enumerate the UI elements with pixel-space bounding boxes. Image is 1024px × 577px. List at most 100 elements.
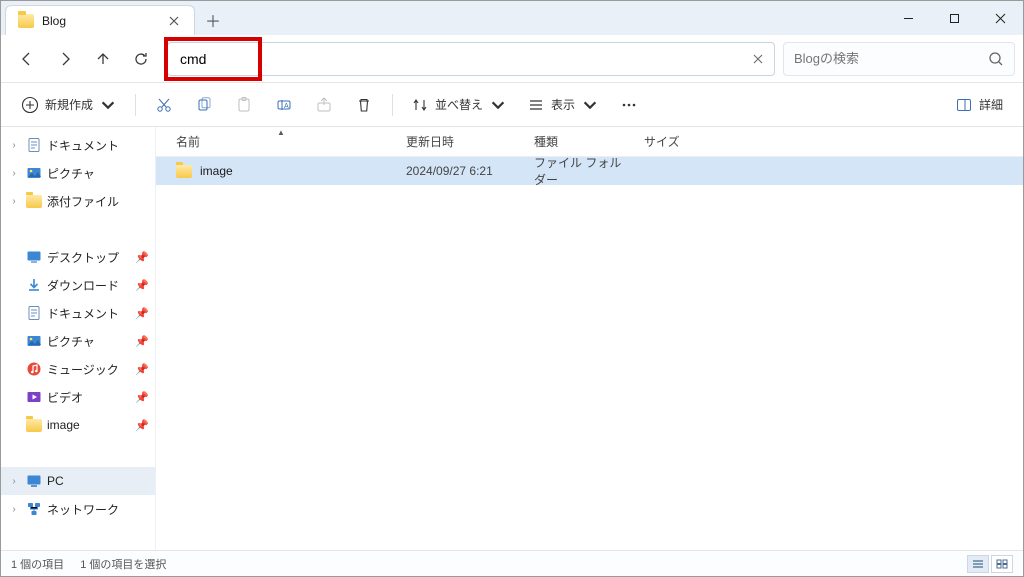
sidebar-item-desktop[interactable]: デスクトップ 📌: [1, 243, 155, 271]
view-mode-toggle: [967, 555, 1013, 573]
tab-current[interactable]: Blog: [5, 5, 195, 35]
rename-button[interactable]: A: [266, 89, 302, 121]
sidebar-item-network[interactable]: › ネットワーク: [1, 495, 155, 523]
up-button[interactable]: [85, 41, 121, 77]
folder-icon: [176, 165, 192, 178]
sidebar-item-documents-quick[interactable]: ドキュメント 📌: [1, 299, 155, 327]
pin-icon[interactable]: 📌: [135, 419, 149, 432]
sidebar-item-documents[interactable]: › ドキュメント: [1, 131, 155, 159]
statusbar: 1 個の項目 1 個の項目を選択: [1, 550, 1023, 576]
sidebar-item-downloads[interactable]: ダウンロード 📌: [1, 271, 155, 299]
chevron-down-icon: [99, 96, 117, 114]
col-date[interactable]: 更新日時: [396, 133, 524, 150]
pin-icon[interactable]: 📌: [135, 307, 149, 320]
navbar: [1, 35, 1023, 83]
sidebar-item-label: PC: [47, 474, 149, 488]
sort-indicator-icon: ▲: [277, 128, 285, 137]
window-controls: [885, 1, 1023, 35]
sidebar-item-label: ドキュメント: [47, 305, 131, 322]
sidebar-item-music[interactable]: ミュージック 📌: [1, 355, 155, 383]
search-box[interactable]: [783, 42, 1015, 76]
sidebar-item-attachments[interactable]: › 添付ファイル: [1, 187, 155, 215]
expand-icon[interactable]: ›: [7, 504, 21, 515]
col-name[interactable]: ▲名前: [166, 133, 396, 150]
sidebar-item-label: デスクトップ: [47, 249, 131, 266]
thumbnails-view-button[interactable]: [991, 555, 1013, 573]
clear-address-button[interactable]: [742, 54, 774, 64]
file-name: image: [200, 164, 233, 178]
forward-button[interactable]: [47, 41, 83, 77]
minimize-button[interactable]: [885, 1, 931, 35]
selection-count: 1 個の項目を選択: [80, 556, 166, 572]
expand-icon[interactable]: ›: [7, 140, 21, 151]
paste-button[interactable]: [226, 89, 262, 121]
sidebar-item-label: 添付ファイル: [47, 193, 149, 210]
folder-icon: [25, 417, 43, 433]
refresh-button[interactable]: [123, 41, 159, 77]
col-type[interactable]: 種類: [524, 133, 634, 150]
address-bar[interactable]: [167, 42, 775, 76]
sidebar-item-label: ピクチャ: [47, 165, 149, 182]
picture-icon: [25, 165, 43, 181]
expand-icon[interactable]: ›: [7, 168, 21, 179]
sidebar-item-label: ドキュメント: [47, 137, 149, 154]
more-button[interactable]: [611, 89, 647, 121]
svg-text:A: A: [284, 103, 289, 110]
sidebar-item-label: ネットワーク: [47, 501, 149, 518]
view-button[interactable]: 表示: [519, 89, 607, 121]
download-icon: [25, 277, 43, 293]
sidebar-item-pictures-quick[interactable]: ピクチャ 📌: [1, 327, 155, 355]
titlebar: Blog ＋: [1, 1, 1023, 35]
item-count: 1 個の項目: [11, 556, 64, 572]
expand-icon[interactable]: ›: [7, 196, 21, 207]
file-row[interactable]: image 2024/09/27 6:21 ファイル フォルダー: [156, 157, 1023, 185]
address-input[interactable]: [168, 43, 742, 75]
expand-icon[interactable]: ›: [7, 476, 21, 487]
new-button[interactable]: 新規作成: [13, 89, 125, 121]
sidebar-item-pc[interactable]: › PC: [1, 467, 155, 495]
sidebar[interactable]: › ドキュメント › ピクチャ › 添付ファイル デスクトップ 📌: [1, 127, 156, 550]
share-button[interactable]: [306, 89, 342, 121]
sidebar-item-label: ミュージック: [47, 361, 131, 378]
delete-button[interactable]: [346, 89, 382, 121]
sidebar-item-label: ダウンロード: [47, 277, 131, 294]
details-label: 詳細: [979, 96, 1003, 113]
pin-icon[interactable]: 📌: [135, 335, 149, 348]
sort-button[interactable]: 並べ替え: [403, 89, 515, 121]
music-icon: [25, 361, 43, 377]
explorer-window: Blog ＋ 新規作成: [0, 0, 1024, 577]
chevron-down-icon: [581, 96, 599, 114]
picture-icon: [25, 333, 43, 349]
file-date: 2024/09/27 6:21: [396, 164, 524, 178]
back-button[interactable]: [9, 41, 45, 77]
cut-button[interactable]: [146, 89, 182, 121]
pin-icon[interactable]: 📌: [135, 391, 149, 404]
video-icon: [25, 389, 43, 405]
sidebar-item-videos[interactable]: ビデオ 📌: [1, 383, 155, 411]
tab-title: Blog: [42, 14, 156, 28]
sort-label: 並べ替え: [435, 96, 483, 113]
details-pane-button[interactable]: 詳細: [947, 89, 1011, 121]
body: › ドキュメント › ピクチャ › 添付ファイル デスクトップ 📌: [1, 127, 1023, 550]
file-list: ▲名前 更新日時 種類 サイズ image 2024/09/27 6:21 ファ…: [156, 127, 1023, 550]
document-icon: [25, 137, 43, 153]
pin-icon[interactable]: 📌: [135, 279, 149, 292]
close-window-button[interactable]: [977, 1, 1023, 35]
folder-icon: [25, 193, 43, 209]
maximize-button[interactable]: [931, 1, 977, 35]
desktop-icon: [25, 249, 43, 265]
details-view-button[interactable]: [967, 555, 989, 573]
sidebar-item-pictures[interactable]: › ピクチャ: [1, 159, 155, 187]
chevron-down-icon: [489, 96, 507, 114]
close-tab-button[interactable]: [164, 11, 184, 31]
sidebar-item-image-folder[interactable]: image 📌: [1, 411, 155, 439]
pin-icon[interactable]: 📌: [135, 363, 149, 376]
document-icon: [25, 305, 43, 321]
col-size[interactable]: サイズ: [634, 133, 704, 150]
column-headers[interactable]: ▲名前 更新日時 種類 サイズ: [156, 127, 1023, 157]
new-tab-button[interactable]: ＋: [195, 5, 231, 35]
search-input[interactable]: [794, 51, 988, 66]
copy-button[interactable]: [186, 89, 222, 121]
pin-icon[interactable]: 📌: [135, 251, 149, 264]
sidebar-item-label: ビデオ: [47, 389, 131, 406]
